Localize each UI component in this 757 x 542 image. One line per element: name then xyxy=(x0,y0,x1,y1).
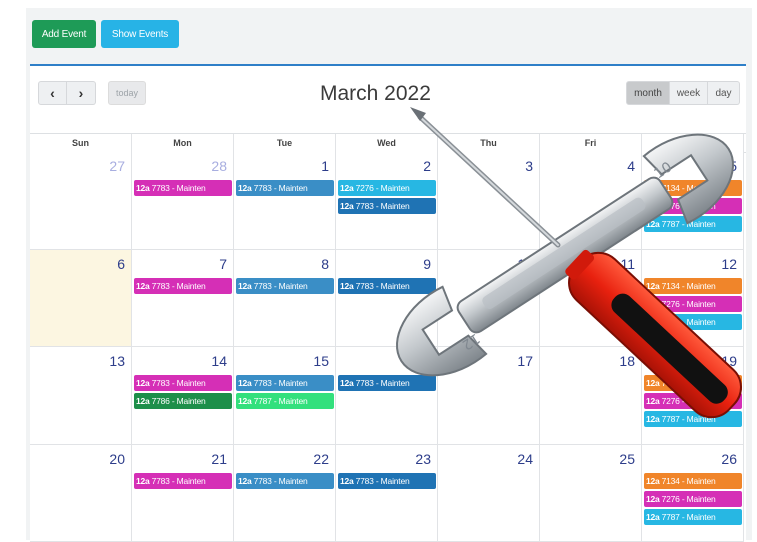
day-number[interactable]: 7 xyxy=(219,256,227,272)
event-time: 12a xyxy=(136,281,150,291)
day-cell[interactable]: 27 xyxy=(30,152,132,250)
calendar-event[interactable]: 12a7134 - Mainten xyxy=(644,473,742,489)
day-cell[interactable]: 8 12a7783 - Mainten xyxy=(234,250,336,348)
day-events: 12a7783 - Mainten xyxy=(236,473,334,491)
event-title: 7783 - Mainten xyxy=(152,378,206,388)
event-time: 12a xyxy=(136,183,150,193)
day-number[interactable]: 15 xyxy=(313,353,329,369)
chevron-left-icon: ‹ xyxy=(50,85,55,101)
event-time: 12a xyxy=(646,512,660,522)
calendar-event[interactable]: 12a7783 - Mainten xyxy=(338,473,436,489)
wrench-screwdriver-icon: 10 12 xyxy=(390,95,757,440)
event-title: 7787 - Mainten xyxy=(662,512,716,522)
day-number[interactable]: 27 xyxy=(109,158,125,174)
event-time: 12a xyxy=(238,476,252,486)
day-cell[interactable]: 25 xyxy=(540,445,642,542)
day-cell[interactable]: 7 12a7783 - Mainten xyxy=(132,250,234,348)
calendar-event[interactable]: 12a7783 - Mainten xyxy=(134,375,232,391)
day-cell[interactable]: 22 12a7783 - Mainten xyxy=(234,445,336,542)
chevron-right-icon: › xyxy=(79,85,84,101)
event-time: 12a xyxy=(136,476,150,486)
calendar-event[interactable]: 12a7783 - Mainten xyxy=(134,180,232,196)
day-cell[interactable]: 2612a7134 - Mainten12a7276 - Mainten12a7… xyxy=(642,445,744,542)
weekday-label: Mon xyxy=(132,134,234,152)
event-title: 7787 - Mainten xyxy=(254,396,308,406)
event-time: 12a xyxy=(340,378,354,388)
day-events: 12a7783 - Mainten xyxy=(134,473,232,491)
show-events-button[interactable]: Show Events xyxy=(101,20,179,48)
day-number[interactable]: 22 xyxy=(313,451,329,467)
next-month-button[interactable]: › xyxy=(67,81,96,105)
day-number[interactable]: 21 xyxy=(211,451,227,467)
weekday-label: Sun xyxy=(30,134,132,152)
day-events: 12a7783 - Mainten xyxy=(134,278,232,296)
day-number[interactable]: 1 xyxy=(321,158,329,174)
day-number[interactable]: 20 xyxy=(109,451,125,467)
day-cell[interactable]: 13 xyxy=(30,347,132,445)
event-time: 12a xyxy=(646,476,660,486)
event-title: 7783 - Mainten xyxy=(254,476,308,486)
calendar-event[interactable]: 12a7276 - Mainten xyxy=(644,491,742,507)
event-title: 7783 - Mainten xyxy=(152,183,206,193)
event-time: 12a xyxy=(340,201,354,211)
day-cell[interactable]: 1512a7783 - Mainten12a7787 - Mainten xyxy=(234,347,336,445)
add-event-button[interactable]: Add Event xyxy=(32,20,96,48)
event-time: 12a xyxy=(136,378,150,388)
calendar-event[interactable]: 12a7783 - Mainten xyxy=(134,473,232,489)
day-events: 12a7783 - Mainten12a7786 - Mainten xyxy=(134,375,232,411)
event-title: 7783 - Mainten xyxy=(254,281,308,291)
day-cell[interactable]: 6 xyxy=(30,250,132,348)
day-events: 12a7783 - Mainten xyxy=(236,180,334,198)
calendar-event[interactable]: 12a7787 - Mainten xyxy=(644,509,742,525)
day-number[interactable]: 23 xyxy=(415,451,431,467)
prev-month-button[interactable]: ‹ xyxy=(38,81,67,105)
day-number[interactable]: 13 xyxy=(109,353,125,369)
day-number[interactable]: 8 xyxy=(321,256,329,272)
event-title: 7783 - Mainten xyxy=(152,476,206,486)
calendar-event[interactable]: 12a7783 - Mainten xyxy=(236,375,334,391)
day-cell[interactable]: 20 xyxy=(30,445,132,542)
calendar-event[interactable]: 12a7783 - Mainten xyxy=(236,278,334,294)
event-title: 7783 - Mainten xyxy=(254,183,308,193)
event-title: 7783 - Mainten xyxy=(356,476,410,486)
day-cell[interactable]: 24 xyxy=(438,445,540,542)
event-title: 7786 - Mainten xyxy=(152,396,206,406)
weekday-label: Tue xyxy=(234,134,336,152)
day-events: 12a7783 - Mainten12a7787 - Mainten xyxy=(236,375,334,411)
day-cell[interactable]: 23 12a7783 - Mainten xyxy=(336,445,438,542)
day-cell[interactable]: 28 12a7783 - Mainten xyxy=(132,152,234,250)
event-title: 7276 - Mainten xyxy=(662,494,716,504)
calendar-event[interactable]: 12a7787 - Mainten xyxy=(236,393,334,409)
event-time: 12a xyxy=(340,476,354,486)
day-events: 12a7783 - Mainten xyxy=(236,278,334,296)
calendar-event[interactable]: 12a7783 - Mainten xyxy=(236,473,334,489)
day-cell[interactable]: 1 12a7783 - Mainten xyxy=(234,152,336,250)
event-time: 12a xyxy=(238,396,252,406)
event-time: 12a xyxy=(136,396,150,406)
event-time: 12a xyxy=(340,183,354,193)
event-time: 12a xyxy=(238,378,252,388)
day-number[interactable]: 6 xyxy=(117,256,125,272)
calendar-event[interactable]: 12a7786 - Mainten xyxy=(134,393,232,409)
calendar-event[interactable]: 12a7783 - Mainten xyxy=(236,180,334,196)
event-time: 12a xyxy=(238,281,252,291)
day-number[interactable]: 28 xyxy=(211,158,227,174)
day-number[interactable]: 25 xyxy=(619,451,635,467)
event-title: 7783 - Mainten xyxy=(254,378,308,388)
day-number[interactable]: 24 xyxy=(517,451,533,467)
day-cell[interactable]: 21 12a7783 - Mainten xyxy=(132,445,234,542)
event-time: 12a xyxy=(340,281,354,291)
day-events: 12a7134 - Mainten12a7276 - Mainten12a778… xyxy=(644,473,742,527)
event-title: 7134 - Mainten xyxy=(662,476,716,486)
day-number[interactable]: 14 xyxy=(211,353,227,369)
event-time: 12a xyxy=(238,183,252,193)
event-title: 7783 - Mainten xyxy=(152,281,206,291)
today-button[interactable]: today xyxy=(108,81,146,105)
day-events: 12a7783 - Mainten xyxy=(134,180,232,198)
day-cell[interactable]: 1412a7783 - Mainten12a7786 - Mainten xyxy=(132,347,234,445)
day-number[interactable]: 26 xyxy=(721,451,737,467)
event-time: 12a xyxy=(646,494,660,504)
calendar-event[interactable]: 12a7783 - Mainten xyxy=(134,278,232,294)
day-events: 12a7783 - Mainten xyxy=(338,473,436,491)
